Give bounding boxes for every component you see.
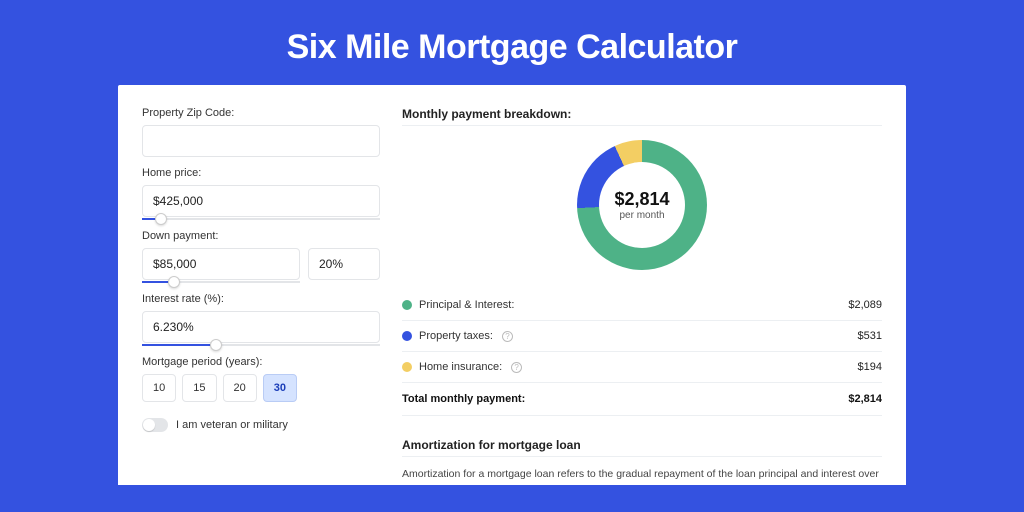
- donut-center: $2,814 per month: [599, 162, 685, 248]
- donut-amount: $2,814: [614, 189, 669, 210]
- down-payment-slider-thumb[interactable]: [168, 276, 180, 288]
- veteran-toggle[interactable]: [142, 418, 168, 432]
- home-price-slider[interactable]: [142, 218, 380, 220]
- period-btn-10[interactable]: 10: [142, 374, 176, 402]
- info-icon[interactable]: ?: [511, 362, 522, 373]
- down-payment-label: Down payment:: [142, 230, 380, 242]
- veteran-label: I am veteran or military: [176, 419, 288, 431]
- breakdown-header: Monthly payment breakdown:: [402, 107, 882, 126]
- down-payment-input[interactable]: [142, 248, 300, 280]
- period-btn-20[interactable]: 20: [223, 374, 257, 402]
- legend-value: $531: [858, 330, 882, 342]
- donut-sub: per month: [619, 210, 664, 221]
- info-icon[interactable]: ?: [502, 331, 513, 342]
- down-payment-pct-input[interactable]: [308, 248, 380, 280]
- total-value: $2,814: [848, 393, 882, 405]
- zip-label: Property Zip Code:: [142, 107, 380, 119]
- donut-chart-area: $2,814 per month: [402, 126, 882, 290]
- page-title: Six Mile Mortgage Calculator: [0, 0, 1024, 85]
- legend-row: Principal & Interest: $2,089: [402, 290, 882, 321]
- home-price-slider-thumb[interactable]: [155, 213, 167, 225]
- legend-dot: [402, 331, 412, 341]
- legend-label: Home insurance:: [419, 361, 502, 373]
- period-row: 10152030: [142, 374, 380, 402]
- legend-row: Home insurance:? $194: [402, 352, 882, 383]
- legend-label: Property taxes:: [419, 330, 493, 342]
- form-panel: Property Zip Code: Home price: Down paym…: [142, 107, 380, 463]
- interest-slider[interactable]: [142, 344, 380, 346]
- down-payment-slider[interactable]: [142, 281, 300, 283]
- results-panel: Monthly payment breakdown: $2,814 per mo…: [402, 107, 882, 463]
- period-label: Mortgage period (years):: [142, 356, 380, 368]
- home-price-input[interactable]: [142, 185, 380, 217]
- legend-row: Property taxes:? $531: [402, 321, 882, 352]
- legend-value: $194: [858, 361, 882, 373]
- toggle-knob: [143, 419, 155, 431]
- legend: Principal & Interest: $2,089 Property taxe…: [402, 290, 882, 383]
- calculator-card: Property Zip Code: Home price: Down paym…: [118, 85, 906, 485]
- legend-value: $2,089: [848, 299, 882, 311]
- period-btn-15[interactable]: 15: [182, 374, 216, 402]
- interest-input[interactable]: [142, 311, 380, 343]
- period-btn-30[interactable]: 30: [263, 374, 297, 402]
- legend-dot: [402, 362, 412, 372]
- donut-chart: $2,814 per month: [577, 140, 707, 270]
- total-row: Total monthly payment: $2,814: [402, 383, 882, 416]
- total-label: Total monthly payment:: [402, 393, 525, 405]
- home-price-label: Home price:: [142, 167, 380, 179]
- zip-input[interactable]: [142, 125, 380, 157]
- interest-label: Interest rate (%):: [142, 293, 380, 305]
- interest-slider-thumb[interactable]: [210, 339, 222, 351]
- amortization-header: Amortization for mortgage loan: [402, 438, 882, 457]
- legend-dot: [402, 300, 412, 310]
- amortization-text: Amortization for a mortgage loan refers …: [402, 467, 882, 485]
- legend-label: Principal & Interest:: [419, 299, 514, 311]
